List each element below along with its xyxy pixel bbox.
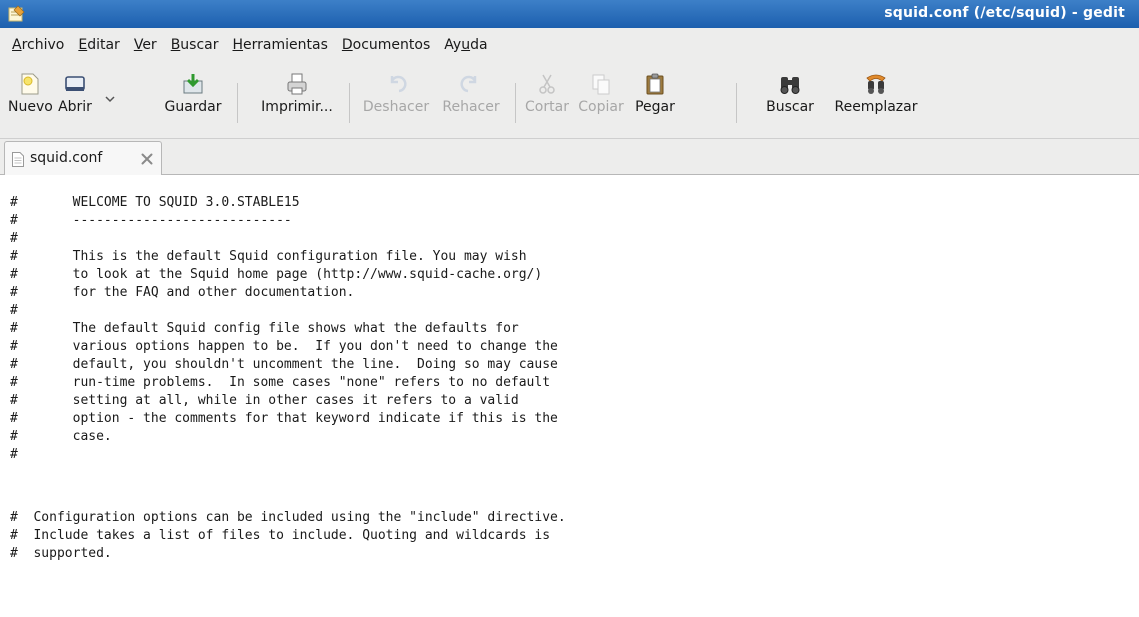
editor-line: # ---------------------------- <box>10 213 292 228</box>
text-editor[interactable]: # WELCOME TO SQUID 3.0.STABLE15 # -------… <box>0 175 1139 617</box>
title-bar[interactable]: squid.conf (/etc/squid) - gedit <box>0 0 1139 28</box>
editor-line: # <box>10 231 18 246</box>
scissors-icon <box>539 74 555 94</box>
editor-line: # Configuration options can be included … <box>10 510 566 525</box>
menu-archivo[interactable]: Archivo <box>5 37 71 53</box>
window-title: squid.conf (/etc/squid) - gedit <box>884 5 1125 21</box>
undo-icon <box>390 75 407 93</box>
copy-icon <box>592 74 610 95</box>
print-button-label: Imprimir... <box>261 99 333 115</box>
toolbar: Nuevo Abrir Guardar Imprimir... Deshacer… <box>0 61 1139 139</box>
editor-line: # WELCOME TO SQUID 3.0.STABLE15 <box>10 195 300 210</box>
open-folder-icon <box>65 76 85 91</box>
copy-button-label: Copiar <box>578 99 624 115</box>
editor-line: # run-time problems. In some cases "none… <box>10 375 551 390</box>
menu-documentos[interactable]: Documentos <box>335 37 437 53</box>
cut-button[interactable]: Cortar <box>522 72 572 128</box>
editor-line: # default, you shouldn't uncomment the l… <box>10 357 558 372</box>
menu-editar[interactable]: Editar <box>71 37 126 53</box>
find-replace-icon <box>866 74 886 94</box>
redo-button-label: Rehacer <box>442 99 500 115</box>
menu-buscar[interactable]: Buscar <box>164 37 226 53</box>
toolbar-separator <box>349 83 350 123</box>
menu-ayuda[interactable]: Ayuda <box>437 37 494 53</box>
gedit-app-icon <box>8 5 25 22</box>
copy-button[interactable]: Copiar <box>574 72 628 128</box>
find-button[interactable]: Buscar <box>758 72 822 128</box>
tab-strip: squid.conf <box>0 139 1139 175</box>
undo-button[interactable]: Deshacer <box>360 72 432 128</box>
open-button-label: Abrir <box>58 99 92 115</box>
paste-button[interactable]: Pegar <box>630 72 680 128</box>
undo-button-label: Deshacer <box>362 99 430 115</box>
open-button[interactable]: Abrir <box>54 72 96 128</box>
redo-icon <box>460 75 477 93</box>
text-document-icon <box>12 152 24 167</box>
toolbar-separator <box>515 83 516 123</box>
print-button[interactable]: Imprimir... <box>252 72 342 128</box>
replace-button-label: Reemplazar <box>834 99 918 115</box>
editor-line: # supported. <box>10 546 112 561</box>
editor-line: # for the FAQ and other documentation. <box>10 285 355 300</box>
menu-bar: Archivo Editar Ver Buscar Herramientas Docume… <box>0 28 1139 61</box>
binoculars-icon <box>780 77 800 94</box>
editor-line: # option - the comments for that keyword… <box>10 411 558 426</box>
new-button[interactable]: Nuevo <box>8 72 53 128</box>
replace-button[interactable]: Reemplazar <box>824 72 928 128</box>
toolbar-separator <box>736 83 737 123</box>
menu-herramientas[interactable]: Herramientas <box>226 37 335 53</box>
close-icon[interactable] <box>141 153 153 165</box>
tab-squid-conf[interactable]: squid.conf <box>4 141 162 175</box>
save-icon <box>183 74 203 94</box>
save-button[interactable]: Guardar <box>158 72 228 128</box>
editor-line: # This is the default Squid configuratio… <box>10 249 527 264</box>
cut-button-label: Cortar <box>525 99 569 115</box>
chevron-down-icon <box>105 96 115 103</box>
printer-icon <box>287 73 307 95</box>
editor-line: # <box>10 447 18 462</box>
editor-line: # case. <box>10 429 112 444</box>
tab-label: squid.conf <box>30 150 103 166</box>
new-document-icon <box>21 73 39 95</box>
find-button-label: Buscar <box>766 99 814 115</box>
editor-line: # various options happen to be. If you d… <box>10 339 558 354</box>
redo-button[interactable]: Rehacer <box>436 72 506 128</box>
toolbar-separator <box>237 83 238 123</box>
paste-button-label: Pegar <box>635 99 675 115</box>
editor-line: # Include takes a list of files to inclu… <box>10 528 551 543</box>
editor-line: # <box>10 303 18 318</box>
editor-line: # setting at all, while in other cases i… <box>10 393 519 408</box>
clipboard-icon <box>646 73 664 95</box>
open-dropdown-button[interactable] <box>100 89 120 109</box>
editor-line: # The default Squid config file shows wh… <box>10 321 519 336</box>
new-button-label: Nuevo <box>8 99 53 115</box>
menu-ver[interactable]: Ver <box>127 37 164 53</box>
editor-line: # to look at the Squid home page (http:/… <box>10 267 543 282</box>
save-button-label: Guardar <box>164 99 222 115</box>
